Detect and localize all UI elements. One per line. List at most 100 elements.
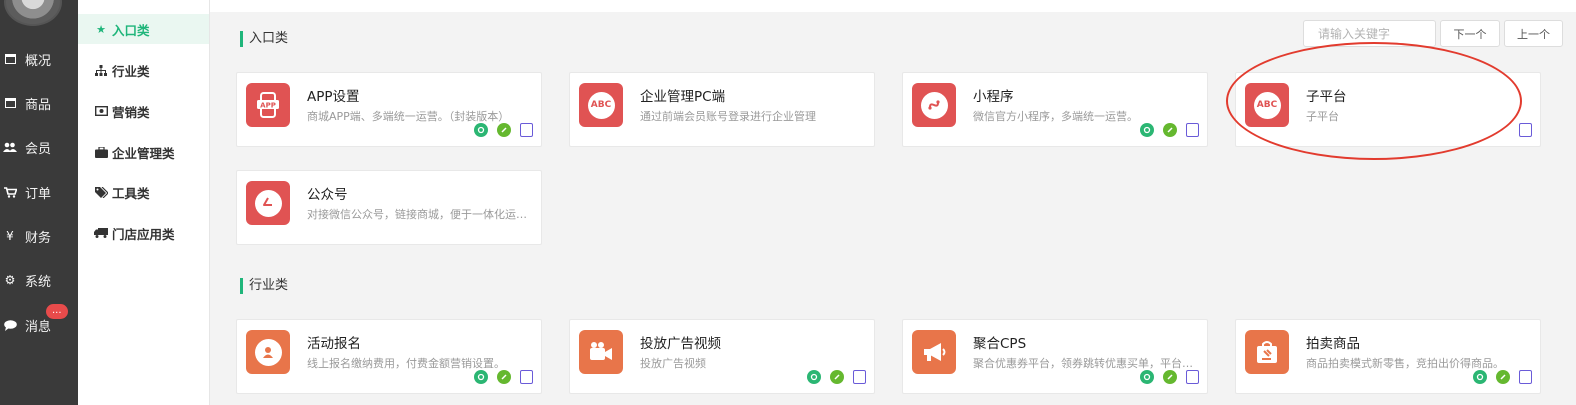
app-description: 微信官方小程序，多端统一运营。 [973,110,1138,123]
mini-program-icon [920,91,948,119]
app-logo [1245,330,1289,374]
app-name: 投放广告视频 [640,336,721,352]
category-label: 行业类 [112,63,150,79]
category-label: 门店应用类 [112,226,175,242]
yen-icon: ¥ [6,229,14,243]
app-logo [912,83,956,127]
prev-button[interactable]: 上一个 [1504,20,1563,47]
app-platform-icon [1519,370,1532,384]
star-icon: ★ [96,22,106,36]
app-platform-icon [520,370,533,384]
briefcase-icon [94,146,108,158]
app-logo: ABC [579,83,623,127]
app-logo [246,330,290,374]
nav-item-label: 商品 [25,97,52,113]
app-card-event-signup[interactable]: 活动报名 线上报名缴纳费用，付费金额营销设置。 [236,319,542,394]
category-item-industry[interactable]: 行业类 [78,55,209,85]
mini-program-platform-icon [497,370,511,384]
nav-item-label: 概况 [25,53,52,69]
app-description: 投放广告视频 [640,357,706,370]
app-platform-icon [1186,123,1199,137]
app-name: APP设置 [307,89,360,105]
app-card-app-settings[interactable]: APP APP设置 商城APP端、多端统一运营。（封装版本） [236,72,542,147]
next-button[interactable]: 下一个 [1440,20,1500,47]
app-logo [912,330,956,374]
message-count-badge: ... [46,304,68,319]
chat-icon [3,319,17,331]
category-item-tools[interactable]: 工具类 [78,177,209,207]
app-platform-icon [1186,370,1199,384]
nav-item-goods[interactable]: 商品 [0,88,78,118]
category-item-marketing[interactable]: 营销类 [78,96,209,126]
nav-item-overview[interactable]: 概况 [0,44,78,74]
abc-icon: ABC [587,91,615,119]
video-camera-icon [590,342,612,360]
mini-program-platform-icon [497,123,511,137]
app-card-enterprise-pc[interactable]: ABC 企业管理PC端 通过前端会员账号登录进行企业管理 [569,72,875,147]
app-name: 小程序 [973,89,1014,105]
truck-icon [94,228,108,238]
app-card-cps[interactable]: 聚合CPS 聚合优惠券平台，领券跳转优惠买单，平台返利。 [902,319,1208,394]
mini-program-platform-icon [830,370,844,384]
app-name: 聚合CPS [973,336,1027,352]
app-description: 线上报名缴纳费用，付费金额营销设置。 [307,357,505,370]
app-card-auction[interactable]: 拍卖商品 商品拍卖模式新零售，竞拍出价得商品。 [1235,319,1541,394]
app-card-mini-program[interactable]: 小程序 微信官方小程序，多端统一运营。 [902,72,1208,147]
app-name: 拍卖商品 [1306,336,1360,352]
megaphone-icon [924,343,946,361]
category-label: 工具类 [112,185,150,201]
app-description: 对接微信公众号，链接商城，便于一体化运营。 [307,208,529,221]
app-description: 通过前端会员账号登录进行企业管理 [640,110,816,123]
money-icon [94,106,108,116]
section-title-entry: 入口类 [240,31,288,47]
category-item-enterprise[interactable]: 企业管理类 [78,137,209,167]
avatar[interactable] [4,0,62,26]
signup-icon [254,338,282,366]
annotation-ellipse [1226,42,1522,160]
app-card-official-account[interactable]: 公众号 对接微信公众号，链接商城，便于一体化运营。 [236,170,542,245]
app-name: 活动报名 [307,336,361,352]
category-item-store-apps[interactable]: 门店应用类 [78,218,209,248]
phone-app-icon: APP [257,92,279,118]
nav-item-label: 会员 [25,141,52,157]
nav-item-orders[interactable]: 订单 [0,177,78,207]
app-card-ad-video[interactable]: 投放广告视频 投放广告视频 [569,319,875,394]
mini-program-platform-icon [1496,370,1510,384]
wechat-platform-icon [1140,370,1154,384]
nav-item-system[interactable]: ⚙ 系统 [0,265,78,295]
category-item-entry[interactable]: ★ 入口类 [78,14,209,44]
wechat-platform-icon [474,370,488,384]
wechat-icon [254,189,282,217]
nav-item-label: 系统 [25,274,52,290]
section-title-industry: 行业类 [240,278,288,294]
wechat-platform-icon [1140,123,1154,137]
wechat-platform-icon [807,370,821,384]
tags-icon [94,186,108,198]
category-label: 入口类 [112,22,150,38]
app-name: 企业管理PC端 [640,89,726,105]
wechat-platform-icon [1473,370,1487,384]
archive-icon [3,53,17,65]
app-platform-icon [520,123,533,137]
nav-item-finance[interactable]: ¥ 财务 [0,221,78,251]
app-description: 商城APP端、多端统一运营。（封装版本） [307,110,510,123]
app-platform-icon [1519,123,1532,137]
mini-program-platform-icon [1163,370,1177,384]
mini-program-platform-icon [1163,123,1177,137]
svg-text:APP: APP [260,101,276,109]
app-name: 公众号 [307,187,348,203]
sitemap-icon [94,64,108,76]
nav-item-members[interactable]: 会员 [0,132,78,162]
app-platform-icon [853,370,866,384]
category-nav: ★ 入口类 行业类 营销类 企业管理类 工具类 门店应用类 [78,0,210,405]
nav-item-label: 订单 [25,186,52,202]
users-icon [3,141,17,153]
top-bar [210,0,1576,12]
archive-icon [3,97,17,109]
category-label: 营销类 [112,104,150,120]
nav-item-label: 财务 [25,230,52,246]
app-logo [246,181,290,225]
app-logo [579,330,623,374]
auction-bag-icon [1257,341,1277,363]
left-nav: 概况 商品 会员 订单 ¥ 财务 ⚙ 系统 消息 ... [0,0,78,405]
